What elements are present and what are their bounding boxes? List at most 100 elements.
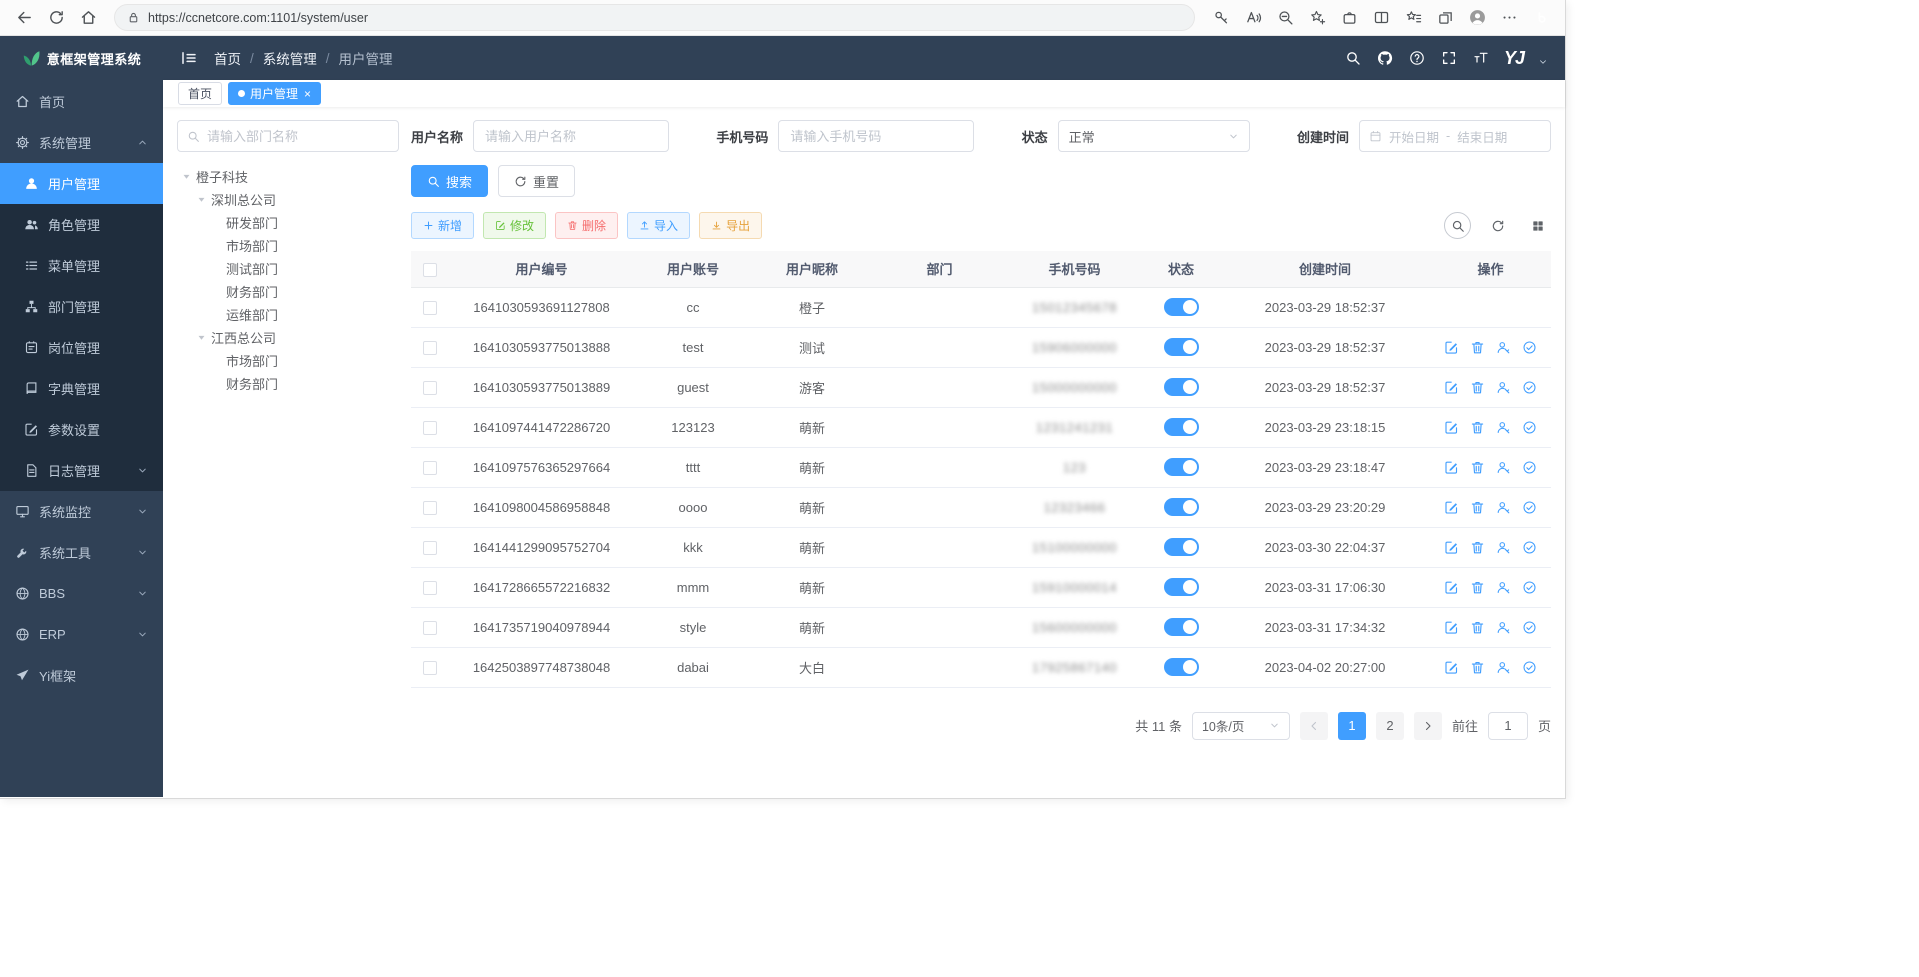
- sidebar-item-system-tools[interactable]: 系统工具: [0, 532, 163, 573]
- sidebar-item-system-mgmt[interactable]: 系统管理: [0, 122, 163, 163]
- edit-row-button[interactable]: [1444, 420, 1460, 435]
- delete-row-button[interactable]: [1470, 660, 1486, 675]
- search-button[interactable]: [1344, 49, 1362, 67]
- status-toggle[interactable]: [1164, 418, 1199, 436]
- reload-button[interactable]: [40, 4, 72, 32]
- status-toggle[interactable]: [1164, 618, 1199, 636]
- sidebar-item-dict-mgmt[interactable]: 字典管理: [0, 368, 163, 409]
- github-button[interactable]: [1376, 49, 1394, 67]
- tree-node[interactable]: 测试部门: [177, 257, 399, 280]
- status-toggle[interactable]: [1164, 298, 1199, 316]
- reset-password-button[interactable]: [1496, 620, 1512, 635]
- edit-row-button[interactable]: [1444, 580, 1460, 595]
- tree-node[interactable]: 江西总公司: [177, 326, 399, 349]
- address-bar[interactable]: https://ccnetcore.com:1101/system/user: [114, 4, 1195, 31]
- status-toggle[interactable]: [1164, 378, 1199, 396]
- row-checkbox[interactable]: [423, 301, 437, 315]
- delete-row-button[interactable]: [1470, 500, 1486, 515]
- tree-node[interactable]: 研发部门: [177, 211, 399, 234]
- row-checkbox[interactable]: [423, 541, 437, 555]
- edit-row-button[interactable]: [1444, 540, 1460, 555]
- date-range-picker[interactable]: 开始日期 - 结束日期: [1359, 120, 1551, 152]
- reset-password-button[interactable]: [1496, 660, 1512, 675]
- delete-row-button[interactable]: [1470, 420, 1486, 435]
- sidebar-item-bbs[interactable]: BBS: [0, 573, 163, 614]
- read-aloud-button[interactable]: [1237, 4, 1269, 32]
- edit-row-button[interactable]: [1444, 660, 1460, 675]
- status-toggle[interactable]: [1164, 338, 1199, 356]
- user-avatar-logo[interactable]: YJ: [1504, 48, 1524, 69]
- sidebar-collapse-button[interactable]: [180, 49, 198, 67]
- status-toggle[interactable]: [1164, 578, 1199, 596]
- reset-password-button[interactable]: [1496, 460, 1512, 475]
- delete-row-button[interactable]: [1470, 340, 1486, 355]
- sidebar-item-role-mgmt[interactable]: 角色管理: [0, 204, 163, 245]
- row-checkbox[interactable]: [423, 621, 437, 635]
- search-toggle-button[interactable]: [1444, 212, 1471, 239]
- extensions-button[interactable]: [1333, 4, 1365, 32]
- breadcrumb-item[interactable]: 首页: [214, 48, 241, 68]
- delete-row-button[interactable]: [1470, 460, 1486, 475]
- tree-node[interactable]: 橙子科技: [177, 165, 399, 188]
- select-all-checkbox[interactable]: [423, 263, 437, 277]
- row-checkbox[interactable]: [423, 461, 437, 475]
- column-settings-button[interactable]: [1524, 212, 1551, 239]
- assign-role-button[interactable]: [1522, 660, 1538, 675]
- assign-role-button[interactable]: [1522, 340, 1538, 355]
- refresh-button[interactable]: [1484, 212, 1511, 239]
- status-toggle[interactable]: [1164, 498, 1199, 516]
- browser-home-button[interactable]: [72, 4, 104, 32]
- browser-essentials-button[interactable]: [1301, 4, 1333, 32]
- row-checkbox[interactable]: [423, 341, 437, 355]
- copilot-button[interactable]: [1525, 4, 1557, 32]
- page-button-1[interactable]: 1: [1338, 712, 1366, 740]
- edit-row-button[interactable]: [1444, 500, 1460, 515]
- goto-page-input[interactable]: [1488, 712, 1528, 740]
- delete-row-button[interactable]: [1470, 580, 1486, 595]
- sidebar-item-yi-framework[interactable]: Yi框架: [0, 655, 163, 696]
- status-toggle[interactable]: [1164, 458, 1199, 476]
- tree-node[interactable]: 深圳总公司: [177, 188, 399, 211]
- sidebar-item-user-mgmt[interactable]: 用户管理: [0, 163, 163, 204]
- favorites-button[interactable]: [1397, 4, 1429, 32]
- edit-row-button[interactable]: [1444, 620, 1460, 635]
- next-page-button[interactable]: [1414, 712, 1442, 740]
- more-button[interactable]: [1493, 4, 1525, 32]
- sidebar-item-home[interactable]: 首页: [0, 81, 163, 122]
- sidebar-item-menu-mgmt[interactable]: 菜单管理: [0, 245, 163, 286]
- row-checkbox[interactable]: [423, 421, 437, 435]
- split-screen-button[interactable]: [1365, 4, 1397, 32]
- assign-role-button[interactable]: [1522, 540, 1538, 555]
- assign-role-button[interactable]: [1522, 420, 1538, 435]
- delete-row-button[interactable]: [1470, 620, 1486, 635]
- tag-view-tab[interactable]: 首页: [178, 82, 222, 105]
- row-checkbox[interactable]: [423, 581, 437, 595]
- status-toggle[interactable]: [1164, 658, 1199, 676]
- page-size-select[interactable]: 10条/页: [1192, 712, 1290, 740]
- import-button[interactable]: 导入: [627, 212, 690, 239]
- phone-input[interactable]: [778, 120, 974, 152]
- prev-page-button[interactable]: [1300, 712, 1328, 740]
- breadcrumb-item[interactable]: 系统管理: [263, 48, 317, 68]
- close-icon[interactable]: ×: [304, 88, 311, 100]
- status-toggle[interactable]: [1164, 538, 1199, 556]
- status-select[interactable]: 正常: [1058, 120, 1250, 152]
- assign-role-button[interactable]: [1522, 620, 1538, 635]
- sidebar-item-dept-mgmt[interactable]: 部门管理: [0, 286, 163, 327]
- key-button[interactable]: [1205, 4, 1237, 32]
- export-button[interactable]: 导出: [699, 212, 762, 239]
- dept-search-input[interactable]: [207, 129, 389, 144]
- sidebar-item-post-mgmt[interactable]: 岗位管理: [0, 327, 163, 368]
- sidebar-item-system-monitor[interactable]: 系统监控: [0, 491, 163, 532]
- modify-button[interactable]: 修改: [483, 212, 546, 239]
- assign-role-button[interactable]: [1522, 460, 1538, 475]
- row-checkbox[interactable]: [423, 501, 437, 515]
- collections-button[interactable]: [1429, 4, 1461, 32]
- edit-row-button[interactable]: [1444, 340, 1460, 355]
- assign-role-button[interactable]: [1522, 500, 1538, 515]
- tag-view-tab[interactable]: 用户管理×: [228, 82, 321, 105]
- back-button[interactable]: [8, 4, 40, 32]
- delete-row-button[interactable]: [1470, 380, 1486, 395]
- reset-password-button[interactable]: [1496, 380, 1512, 395]
- tree-node[interactable]: 市场部门: [177, 234, 399, 257]
